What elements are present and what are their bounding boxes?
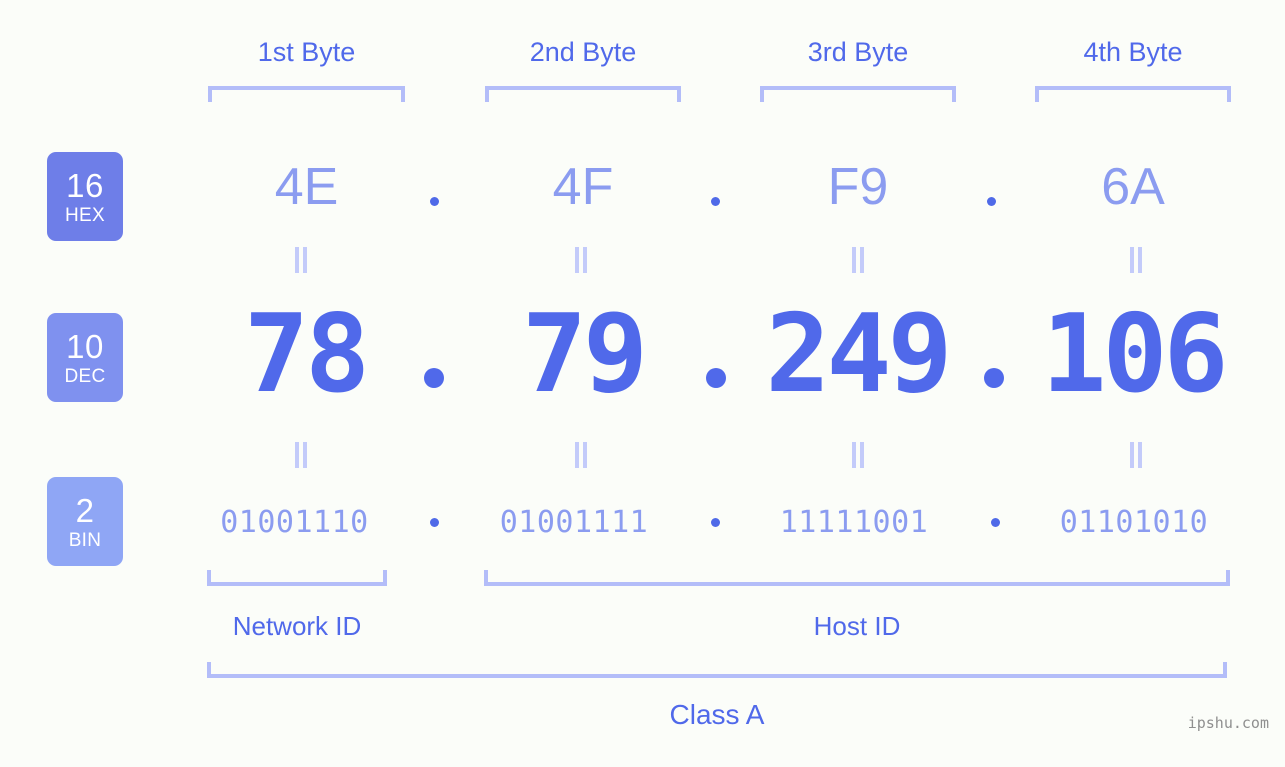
- byte-header-4: 4th Byte: [1083, 37, 1183, 67]
- badge-dec: 10 DEC: [47, 313, 123, 402]
- badge-bin-number: 2: [75, 491, 95, 529]
- byte-header-2: 2nd Byte: [529, 37, 637, 67]
- host-id-label: Host ID: [813, 611, 901, 641]
- dec-byte-4: 106: [1041, 292, 1228, 417]
- equals-mark-dec-bin-2: [573, 442, 589, 468]
- badge-bin-system: BIN: [68, 529, 102, 551]
- badge-dec-system: DEC: [64, 365, 106, 387]
- equals-mark-dec-bin-3: [850, 442, 866, 468]
- badge-bin: 2 BIN: [47, 477, 123, 566]
- dec-separator-dot-2: [706, 368, 726, 388]
- hex-byte-1: 4E: [274, 158, 339, 216]
- bin-byte-3: 11111001: [779, 505, 929, 540]
- equals-mark-hex-dec-1: [293, 247, 309, 273]
- class-bracket: [207, 662, 1227, 678]
- bin-byte-4: 01101010: [1059, 505, 1209, 540]
- dec-byte-3: 249: [765, 292, 952, 417]
- byte-header-3: 3rd Byte: [807, 37, 909, 67]
- bin-byte-2: 01001111: [499, 505, 649, 540]
- hex-separator-dot-3: [987, 197, 996, 206]
- network-id-bracket: [207, 570, 387, 586]
- byte-bracket-1: [208, 86, 405, 102]
- ip-breakdown-diagram: 1st Byte 2nd Byte 3rd Byte 4th Byte 16 H…: [0, 0, 1285, 767]
- badge-hex-system: HEX: [65, 204, 105, 226]
- hex-separator-dot-2: [711, 197, 720, 206]
- dec-separator-dot-3: [984, 368, 1004, 388]
- byte-bracket-4: [1035, 86, 1231, 102]
- class-label: Class A: [669, 699, 765, 730]
- dec-byte-1: 78: [243, 292, 370, 417]
- equals-mark-dec-bin-4: [1128, 442, 1144, 468]
- hex-byte-3: F9: [827, 158, 889, 216]
- bin-separator-dot-1: [430, 518, 439, 527]
- host-id-bracket: [484, 570, 1230, 586]
- byte-bracket-3: [760, 86, 956, 102]
- bin-byte-1: 01001110: [220, 505, 369, 540]
- badge-hex: 16 HEX: [47, 152, 123, 241]
- site-watermark: ipshu.com: [1187, 714, 1269, 732]
- byte-header-1: 1st Byte: [257, 37, 356, 67]
- hex-byte-2: 4F: [552, 158, 614, 216]
- byte-bracket-2: [485, 86, 681, 102]
- hex-separator-dot-1: [430, 197, 439, 206]
- dec-separator-dot-1: [424, 368, 444, 388]
- equals-mark-hex-dec-3: [850, 247, 866, 273]
- badge-dec-number: 10: [66, 327, 104, 365]
- dec-byte-2: 79: [521, 292, 648, 417]
- bin-separator-dot-2: [711, 518, 720, 527]
- equals-mark-hex-dec-2: [573, 247, 589, 273]
- hex-byte-4: 6A: [1101, 158, 1165, 216]
- equals-mark-hex-dec-4: [1128, 247, 1144, 273]
- bin-separator-dot-3: [991, 518, 1000, 527]
- equals-mark-dec-bin-1: [293, 442, 309, 468]
- network-id-label: Network ID: [232, 611, 362, 641]
- badge-hex-number: 16: [66, 166, 104, 204]
